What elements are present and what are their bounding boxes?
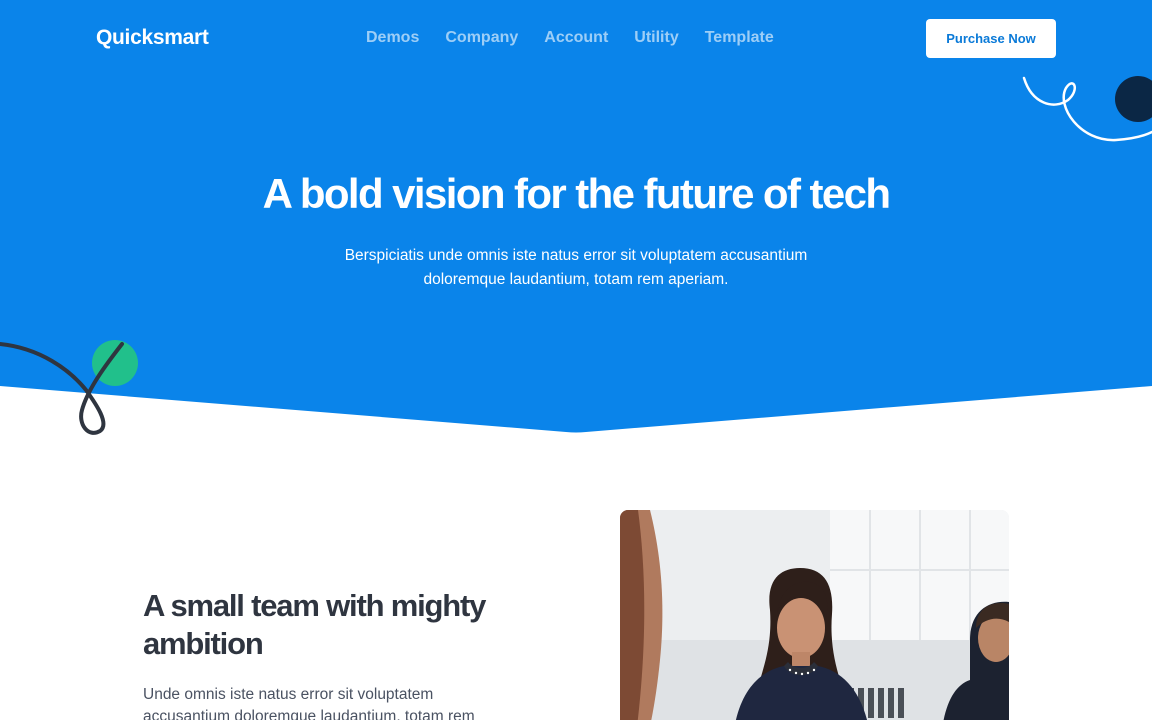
brand-logo[interactable]: Quicksmart (96, 26, 209, 50)
nav-menu: Demos Company Account Utility Template (366, 29, 774, 47)
page: Quicksmart Demos Company Account Utility… (0, 0, 1152, 720)
loop-circle-decoration (0, 340, 138, 435)
squiggle-circle-decoration (1022, 76, 1152, 142)
section-title: A small team with mighty ambition (143, 588, 486, 661)
navbar: Quicksmart Demos Company Account Utility… (0, 0, 1152, 78)
section-body: Unde omnis iste natus error sit voluptat… (143, 686, 475, 720)
team-photo (620, 510, 1009, 720)
hero-title: A bold vision for the future of tech (262, 170, 891, 217)
nav-link-utility[interactable]: Utility (634, 29, 678, 47)
nav-link-template[interactable]: Template (705, 29, 774, 47)
nav-link-demos[interactable]: Demos (366, 29, 419, 47)
nav-link-account[interactable]: Account (544, 29, 608, 47)
team-photo-illustration (620, 510, 1009, 720)
hero-subtitle: Berspiciatis unde omnis iste natus error… (344, 247, 808, 288)
purchase-now-button[interactable]: Purchase Now (926, 19, 1056, 58)
nav-link-company[interactable]: Company (445, 29, 518, 47)
